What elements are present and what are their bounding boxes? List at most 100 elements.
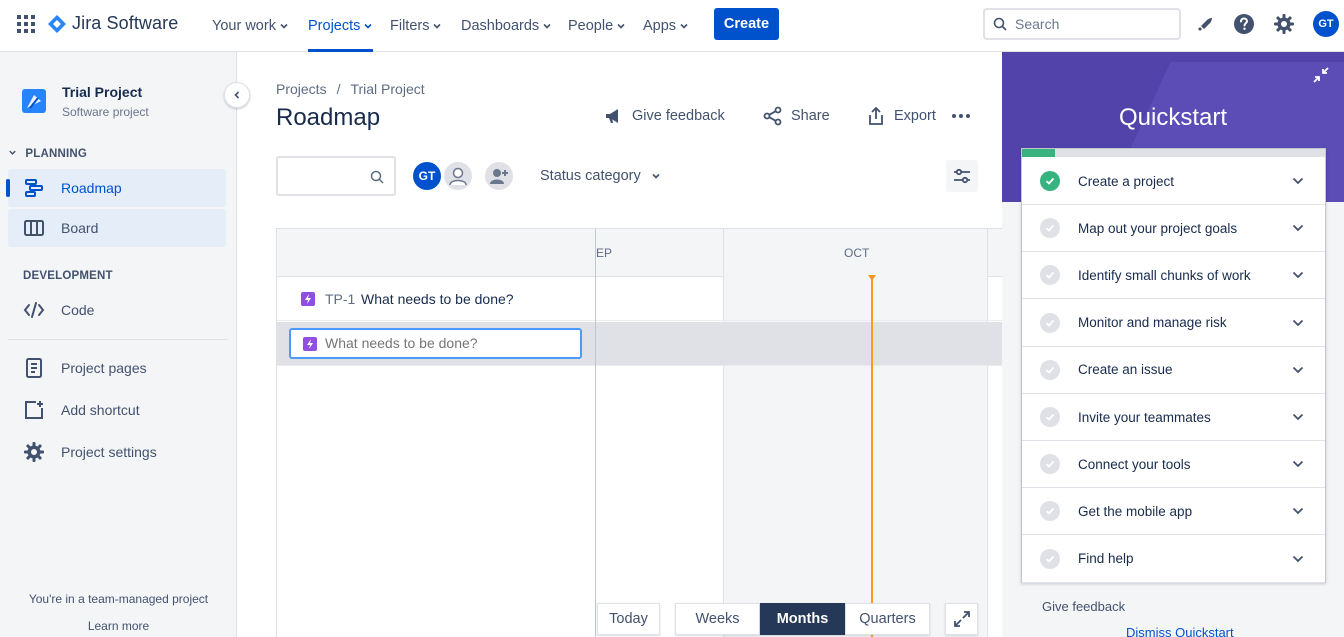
sidebar-item-code[interactable]: Code (8, 291, 226, 329)
quickstart-panel: Quickstart Create a project Map out your … (1002, 52, 1344, 637)
quickstart-feedback-link[interactable]: Give feedback (1042, 599, 1125, 614)
view-settings-button[interactable] (946, 160, 978, 192)
nav-filters[interactable]: Filters (390, 0, 442, 52)
quickstart-item-label: Map out your project goals (1078, 220, 1238, 236)
settings-gear-icon[interactable] (1273, 13, 1295, 35)
new-issue-input[interactable] (325, 335, 565, 351)
epic-icon (303, 337, 317, 351)
app-name: Jira Software (72, 13, 179, 33)
quickstart-progress (1022, 149, 1325, 157)
sidebar-item-project-settings[interactable]: Project settings (8, 433, 226, 471)
quickstart-item[interactable]: Find help (1022, 536, 1325, 583)
create-button[interactable]: Create (714, 8, 779, 40)
sidebar-item-board[interactable]: Board (8, 209, 226, 247)
nav-people[interactable]: People (568, 0, 626, 52)
chevron-down-icon (1292, 319, 1304, 326)
weeks-button[interactable]: Weeks (675, 603, 760, 635)
issue-key[interactable]: TP-1 (325, 291, 355, 307)
quickstart-item-label: Find help (1078, 551, 1134, 567)
list-divider[interactable] (595, 229, 596, 637)
today-button[interactable]: Today (597, 603, 660, 635)
months-button[interactable]: Months (760, 603, 845, 635)
quickstart-item[interactable]: Identify small chunks of work (1022, 252, 1325, 300)
roadmap-search-input[interactable] (276, 156, 396, 196)
quickstart-item[interactable]: Create an issue (1022, 347, 1325, 394)
chevron-down-icon (1292, 461, 1304, 468)
breadcrumb: Projects / Trial Project (276, 81, 425, 97)
status-category-dropdown[interactable]: Status category (540, 168, 661, 184)
nav-label: People (568, 18, 614, 34)
fullscreen-button[interactable] (945, 603, 978, 635)
dropdown-label: Status category (540, 168, 641, 184)
nav-apps[interactable]: Apps (643, 0, 689, 52)
quickstart-item-label: Create an issue (1078, 362, 1173, 378)
code-icon (23, 302, 45, 318)
nav-label: Your work (212, 18, 276, 34)
quickstart-item[interactable]: Monitor and manage risk (1022, 300, 1325, 347)
nav-projects[interactable]: Projects (308, 0, 374, 52)
project-avatar-icon[interactable] (22, 89, 46, 113)
quickstart-item[interactable]: Create a project (1022, 158, 1325, 205)
learn-more-link[interactable]: Learn more (0, 619, 237, 633)
roadmap-icon (25, 179, 43, 197)
new-issue-editor[interactable] (289, 328, 582, 359)
new-issue-row[interactable] (277, 322, 1002, 366)
planning-section-header[interactable]: PLANNING (8, 148, 87, 160)
jira-logo[interactable]: Jira Software (48, 13, 178, 34)
share-button[interactable]: Share (763, 104, 830, 128)
nav-your-work[interactable]: Your work (212, 0, 289, 52)
check-pending-icon (1040, 218, 1060, 239)
today-line (871, 277, 873, 637)
export-button[interactable]: Export (866, 104, 936, 128)
breadcrumb-projects[interactable]: Projects (276, 81, 327, 97)
sidebar-item-roadmap[interactable]: Roadmap (6, 169, 226, 207)
table-row[interactable]: TP-1 What needs to be done? (277, 277, 1002, 321)
quickstart-item-label: Create a project (1078, 173, 1175, 189)
search-box[interactable] (983, 8, 1181, 40)
search-input[interactable] (1015, 16, 1165, 32)
quickstart-item[interactable]: Invite your teammates (1022, 394, 1325, 441)
sidebar-item-project-pages[interactable]: Project pages (8, 349, 226, 387)
megaphone-icon (606, 109, 618, 123)
chevron-down-icon (1292, 555, 1304, 562)
quickstart-checklist: Create a project Map out your project goa… (1021, 148, 1326, 583)
more-actions-button[interactable] (951, 104, 971, 128)
quickstart-item[interactable]: Connect your tools (1022, 441, 1325, 489)
nav-label: Dashboards (461, 18, 540, 34)
dismiss-quickstart-link[interactable]: Dismiss Quickstart (1126, 625, 1234, 637)
help-icon[interactable] (1233, 13, 1255, 35)
add-people-icon[interactable] (483, 160, 515, 192)
minimize-icon[interactable] (1312, 66, 1330, 84)
sidebar-item-add-shortcut[interactable]: Add shortcut (8, 391, 226, 429)
nav-dashboards[interactable]: Dashboards (461, 0, 552, 52)
notifications-icon[interactable] (1194, 13, 1216, 35)
user-avatar[interactable]: GT (1313, 11, 1339, 37)
project-name[interactable]: Trial Project (62, 84, 142, 100)
project-type: Software project (62, 105, 149, 119)
chevron-down-icon (433, 23, 442, 29)
check-pending-icon (1040, 312, 1060, 333)
more-dots-icon (952, 114, 970, 118)
quickstart-item[interactable]: Map out your project goals (1022, 205, 1325, 253)
sidebar-divider (8, 339, 228, 340)
month-label-oct: OCT (844, 246, 870, 260)
breadcrumb-separator: / (336, 81, 341, 97)
quickstart-item[interactable]: Get the mobile app (1022, 488, 1325, 536)
issue-summary[interactable]: What needs to be done? (361, 291, 514, 307)
collapse-sidebar-button[interactable] (224, 82, 250, 108)
unassigned-avatar-icon[interactable] (442, 160, 474, 192)
nav-label: Projects (308, 18, 361, 34)
team-managed-note: You're in a team-managed project (28, 592, 209, 606)
sliders-icon (954, 168, 970, 184)
quarters-button[interactable]: Quarters (845, 603, 930, 635)
check-complete-icon (1040, 171, 1060, 191)
user-avatar-filter[interactable]: GT (411, 160, 443, 192)
roadmap-timeline: EP OCT TP-1 What needs to be done? (276, 228, 1002, 637)
give-feedback-button[interactable]: Give feedback (604, 104, 725, 128)
breadcrumb-project[interactable]: Trial Project (350, 81, 424, 97)
sidebar-item-label: Roadmap (61, 180, 122, 196)
share-icon (763, 106, 782, 126)
app-switcher-icon[interactable] (17, 15, 35, 33)
feedback-label: Give feedback (1042, 599, 1126, 614)
development-section-header: DEVELOPMENT (23, 270, 113, 282)
